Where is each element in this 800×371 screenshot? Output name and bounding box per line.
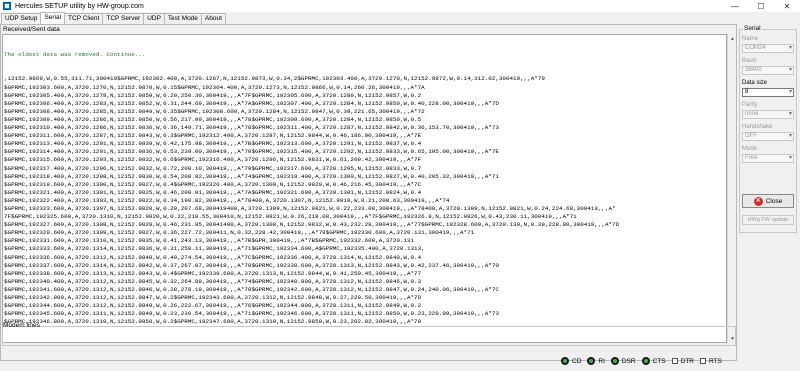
mode-label: Mode [742, 146, 758, 152]
terminal-line: $GPRMC,192333.600,A,3720.1314,N,12152.98… [4, 245, 425, 253]
baud-select[interactable]: 38400 [742, 66, 794, 75]
terminal-line: $GPRMC,192327.600,A,3720.1308,N,12152.98… [4, 221, 620, 229]
modem-lines-label: Modem lines [3, 322, 40, 329]
terminal-line: $GPRMC,192315.600,A,3720.1293,N,12152.98… [4, 156, 422, 164]
terminal-line: $GPRMC,192319.600,A,3720.1300,N,12152.98… [4, 180, 422, 188]
rts-checkbox-box[interactable] [699, 358, 706, 364]
cd-label: CD [572, 357, 582, 365]
app-icon [3, 2, 11, 10]
terminal-line: $GPRMC,192337.600,A,3720.1314,N,12152.98… [4, 261, 499, 269]
cd-led-icon [561, 357, 569, 365]
title-bar: Hercules SETUP utility by HW-group.com —… [0, 0, 800, 12]
ri-indicator: RI [587, 357, 605, 365]
ri-label: RI [598, 357, 605, 365]
terminal-line: $GPRMC,192321.400,A,3720.1301,N,12152.98… [4, 188, 422, 196]
serial-settings-panel: Serial Name COM24 Baud 38400 Data size 8… [738, 12, 800, 371]
modem-lines-group [2, 326, 736, 346]
terminal-line: $GPRMC,192317.400,A,3720.1296,N,12152.98… [4, 164, 422, 172]
terminal-line: ,12152.9869,W,0.55,311.71,300419$GPRMC,1… [4, 75, 545, 83]
maximize-button[interactable]: ☐ [748, 0, 774, 12]
terminal-line: $GPRMC,192341.600,A,3720.1312,N,12152.98… [4, 285, 499, 293]
cts-label: CTS [652, 357, 666, 365]
rts-label: RTS [708, 357, 722, 365]
window-title: Hercules SETUP utility by HW-group.com [15, 2, 144, 10]
close-x-icon: ✕ [753, 196, 763, 206]
terminal-text: The oldest data was removed. Continue...… [4, 35, 619, 326]
terminal-line: $GPRMC,192323.600,A,3720.1307,N,12152.98… [4, 204, 616, 212]
tab-serial[interactable]: Serial [40, 12, 66, 24]
cd-indicator: CD [561, 357, 581, 365]
terminal-line: $GPRMC,192329.600,A,3720.1309,N,12152.98… [4, 229, 475, 237]
terminal-line: $GPRMC,192303.600,A,3720.1270,N,12152.98… [4, 83, 425, 91]
terminal-line: $GPRMC,192313.400,A,3720.1291,N,12152.98… [4, 140, 422, 148]
tab-udp[interactable]: UDP [143, 13, 165, 24]
tab-about[interactable]: About [200, 13, 226, 24]
modem-indicators: CD RI DSR CTS DTR RTS [561, 356, 728, 366]
terminal-line: $GPRMC,192331.600,A,3720.1310,N,12152.98… [4, 237, 415, 245]
dsr-led-icon [610, 357, 619, 365]
tab-bar: UDP Setup Serial TCP Client TCP Server U… [1, 12, 226, 24]
terminal-line: $GPRMC,192309.400,A,3720.1286,N,12152.98… [4, 115, 422, 123]
terminal-line: $GPRMC,192306.400,A,3720.1283,N,12152.98… [4, 99, 499, 107]
name-label: Name [742, 36, 759, 42]
hwg-fw-update-button[interactable]: HWg FW update [742, 215, 794, 225]
terminal-line: $GPRMC,192338.600,A,3720.1313,N,12152.98… [4, 269, 422, 277]
terminal-line: $GPRMC,192340.400,A,3720.1312,N,12152.98… [4, 277, 422, 285]
dtr-label: DTR [680, 357, 694, 365]
tab-tcp-client[interactable]: TCP Client [64, 13, 104, 24]
serial-group-title: Serial [743, 25, 762, 32]
close-port-button[interactable]: ✕ Close [742, 194, 794, 208]
data-size-select[interactable]: 8 [742, 88, 794, 97]
parity-label: Parity [742, 102, 758, 108]
terminal-line: $GPRMC,192345.600,A,3720.1311,N,12152.98… [4, 310, 499, 318]
handshake-select[interactable]: OFF [742, 132, 794, 141]
mode-select[interactable]: Free [742, 154, 794, 163]
received-sent-label: Received/Sent data [3, 26, 60, 33]
terminal-line: $GPRMC,192318.400,A,3720.1298,N,12152.98… [4, 172, 499, 180]
parity-select[interactable]: none [742, 110, 794, 119]
data-size-label: Data size [742, 80, 768, 86]
rts-checkbox[interactable]: RTS [699, 357, 722, 365]
terminal-line: $GPRMC,192342.800,A,3720.1312,N,12152.98… [4, 294, 422, 301]
close-window-button[interactable]: ✕ [774, 0, 800, 12]
dtr-checkbox[interactable]: DTR [671, 357, 694, 365]
dsr-indicator: DSR [610, 357, 636, 365]
main-panel: Received/Sent data The oldest data was r… [0, 24, 737, 361]
terminal-line: $GPRMC,192308.400,A,3720.1285,N,12152.98… [4, 107, 425, 115]
received-data-terminal[interactable]: The oldest data was removed. Continue...… [2, 34, 727, 343]
tab-test-mode[interactable]: Test Mode [163, 13, 202, 24]
vertical-scrollbar[interactable]: ▲ ▼ [727, 34, 736, 343]
dtr-checkbox-box[interactable] [671, 358, 678, 364]
terminal-line: $GPRMC,192344.600,A,3720.1312,N,12152.98… [4, 302, 422, 310]
terminal-line: $GPRMC,192336.600,A,3720.1312,N,12152.98… [4, 253, 422, 261]
terminal-line: $GPRMC,192311.600,A,3720.1287,N,12152.98… [4, 132, 422, 140]
terminal-line: $GPRMC,192322.400,A,3720.1303,N,12152.98… [4, 196, 450, 204]
tab-tcp-server[interactable]: TCP Server [102, 13, 145, 24]
tab-udp-setup[interactable]: UDP Setup [1, 13, 42, 24]
removed-data-notice: The oldest data was removed. Continue... [4, 51, 146, 59]
cts-indicator: CTS [641, 357, 666, 365]
ri-led-icon [587, 357, 596, 365]
terminal-line: $GPRMC,192310.400,A,3720.1286,N,12152.98… [4, 124, 499, 132]
close-port-label: Close [765, 197, 783, 205]
window-controls: — ☐ ✕ [722, 0, 800, 12]
terminal-line: 7F$GPRMC,192325.600,A,3720.1310,N,12152.… [4, 213, 577, 221]
terminal-line: $GPRMC,192305.400,A,3720.1278,N,12152.98… [4, 91, 422, 99]
baud-label: Baud [742, 58, 757, 64]
scroll-up-arrow-icon[interactable]: ▲ [728, 34, 737, 43]
name-select[interactable]: COM24 [742, 44, 794, 53]
dsr-label: DSR [621, 357, 636, 365]
handshake-label: Handshake [742, 124, 773, 130]
minimize-button[interactable]: — [722, 0, 748, 12]
terminal-line: $GPRMC,192314.400,A,3720.1291,N,12152.98… [4, 148, 499, 156]
cts-led-icon [641, 357, 650, 365]
